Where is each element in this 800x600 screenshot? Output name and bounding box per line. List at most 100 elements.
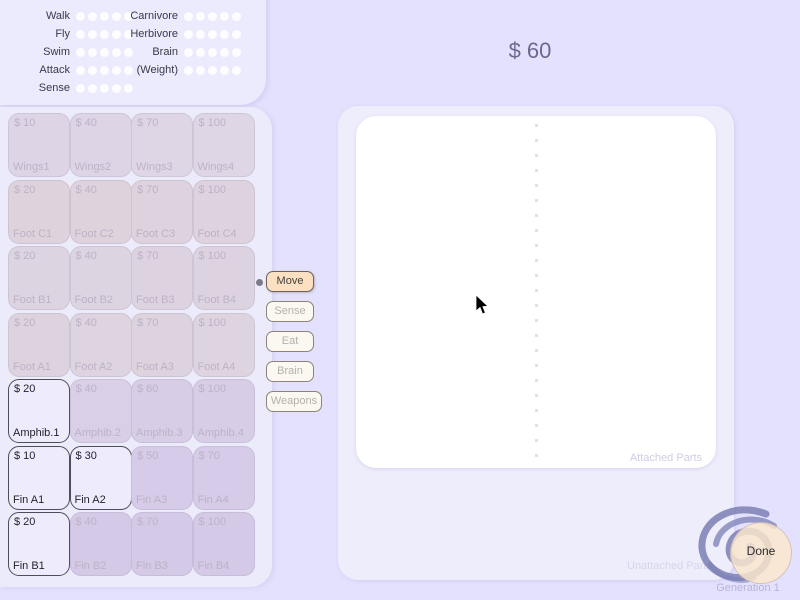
stat-dot bbox=[220, 47, 229, 57]
symmetry-axis-line bbox=[535, 124, 538, 462]
creature-stats-panel: Walk Fly Swim Attack Sense Carnivore Herbivor… bbox=[0, 0, 266, 105]
stat-dot-meter bbox=[184, 47, 241, 57]
stat-label: Herbivore bbox=[130, 28, 178, 40]
part-name: Fin A3 bbox=[136, 493, 168, 506]
stat-row-herbivore: Herbivore bbox=[112, 25, 241, 43]
part-name: Wings1 bbox=[13, 161, 50, 173]
part-price: $ 50 bbox=[137, 449, 159, 462]
stat-label: Fly bbox=[55, 28, 70, 40]
part-name: Foot C1 bbox=[13, 227, 53, 240]
stat-dot bbox=[100, 65, 109, 75]
part-price: $ 30 bbox=[75, 449, 97, 462]
part-name: Amphib.3 bbox=[136, 427, 183, 439]
category-button-move[interactable]: Move bbox=[256, 271, 314, 292]
part-tile[interactable]: $ 30 Fin A2 bbox=[69, 445, 132, 510]
part-tile: $ 20 Foot A1 bbox=[8, 312, 70, 377]
category-button-brain[interactable]: Brain bbox=[266, 361, 314, 382]
stat-dot bbox=[76, 47, 85, 57]
part-tile: $ 100 Amphib.4 bbox=[192, 379, 255, 443]
stat-dot bbox=[100, 29, 109, 39]
stat-dot bbox=[232, 29, 241, 39]
done-button[interactable]: Done bbox=[730, 522, 792, 584]
attached-parts-label: Attached Parts bbox=[629, 452, 702, 464]
part-tile: $ 40 Fin B2 bbox=[69, 512, 132, 576]
part-tile[interactable]: $ 20 Fin B1 bbox=[8, 512, 70, 576]
stat-dot-meter bbox=[184, 65, 241, 75]
stat-dot bbox=[112, 83, 121, 93]
stat-dot bbox=[208, 11, 217, 21]
stat-dot bbox=[232, 11, 241, 21]
part-tile: $ 70 Fin B3 bbox=[131, 512, 193, 576]
part-tile: $ 40 Foot A2 bbox=[69, 312, 132, 377]
part-price: $ 70 bbox=[137, 117, 159, 129]
stat-dot bbox=[184, 11, 193, 21]
part-name: Foot B2 bbox=[74, 294, 114, 306]
category-button-weapons[interactable]: Weapons bbox=[266, 391, 322, 412]
part-name: Foot A3 bbox=[136, 360, 174, 373]
part-name: Fin A4 bbox=[197, 493, 229, 506]
part-price: $ 70 bbox=[137, 516, 159, 528]
part-name: Foot C4 bbox=[197, 227, 237, 240]
stat-dot bbox=[196, 29, 205, 39]
part-tile[interactable]: $ 10 Fin A1 bbox=[8, 445, 70, 510]
category-button-eat[interactable]: Eat bbox=[266, 331, 314, 352]
category-button-column: Move Sense Eat Brain Weapons bbox=[256, 271, 322, 421]
part-name: Foot B1 bbox=[13, 294, 52, 306]
stat-label: Walk bbox=[45, 10, 70, 22]
part-name: Amphib.2 bbox=[74, 427, 121, 439]
stat-row-sense: Sense bbox=[8, 79, 133, 97]
stat-dot bbox=[76, 83, 85, 93]
part-price: $ 70 bbox=[137, 316, 159, 329]
stat-label: (Weight) bbox=[136, 64, 178, 76]
part-tile: $ 100 Foot A4 bbox=[192, 312, 255, 377]
stat-dot bbox=[100, 11, 109, 21]
part-tile: $ 10 Wings1 bbox=[8, 113, 70, 177]
mouse-pointer-icon bbox=[476, 295, 489, 315]
part-price: $ 40 bbox=[75, 516, 97, 528]
stat-dot bbox=[100, 83, 109, 93]
stat-dot bbox=[184, 47, 193, 57]
stat-dot bbox=[196, 65, 205, 75]
part-price: $ 20 bbox=[14, 316, 36, 329]
part-price: $ 100 bbox=[198, 316, 227, 329]
stat-dot bbox=[100, 47, 109, 57]
part-name: Fin A2 bbox=[74, 493, 106, 506]
stat-label: Sense bbox=[38, 82, 70, 94]
part-tile: $ 70 Wings3 bbox=[131, 113, 193, 177]
stat-dot bbox=[232, 47, 241, 57]
stat-dot bbox=[208, 47, 217, 57]
part-tile: $ 60 Amphib.3 bbox=[131, 379, 193, 443]
generation-label: Generation 1 bbox=[716, 582, 780, 594]
part-name: Foot A1 bbox=[13, 360, 51, 373]
category-button-sense[interactable]: Sense bbox=[266, 301, 314, 322]
part-name: Foot C2 bbox=[74, 227, 114, 240]
part-tile: $ 70 Foot A3 bbox=[131, 312, 193, 377]
attached-parts-canvas[interactable]: Attached Parts bbox=[356, 116, 716, 468]
part-tile: $ 50 Fin A3 bbox=[131, 445, 193, 510]
part-price: $ 100 bbox=[198, 250, 227, 262]
part-price: $ 40 bbox=[75, 117, 97, 129]
part-tile: $ 20 Foot C1 bbox=[8, 179, 70, 244]
part-price: $ 100 bbox=[198, 516, 227, 528]
part-tile: $ 40 Foot C2 bbox=[69, 179, 132, 244]
stat-row-weight: (Weight) bbox=[112, 61, 241, 79]
part-tile: $ 100 Foot C4 bbox=[192, 179, 255, 244]
part-price: $ 20 bbox=[14, 250, 36, 262]
stat-label: Swim bbox=[43, 46, 70, 58]
stat-dot bbox=[124, 83, 133, 93]
part-price: $ 100 bbox=[198, 383, 227, 395]
stat-dot bbox=[88, 29, 97, 39]
part-tile: $ 20 Foot B1 bbox=[8, 246, 70, 310]
part-name: Fin B1 bbox=[13, 560, 45, 572]
part-name: Wings3 bbox=[136, 161, 173, 173]
creature-editor-panel[interactable]: Attached Parts Unattached Parts bbox=[338, 106, 734, 580]
part-name: Fin B3 bbox=[136, 560, 168, 572]
part-tile: $ 40 Wings2 bbox=[69, 113, 132, 177]
part-tile: $ 70 Fin A4 bbox=[192, 445, 255, 510]
stat-dot bbox=[76, 29, 85, 39]
part-name: Foot A2 bbox=[74, 360, 113, 373]
part-tile[interactable]: $ 20 Amphib.1 bbox=[8, 379, 70, 443]
part-tile: $ 70 Foot C3 bbox=[131, 179, 193, 244]
part-tile: $ 40 Foot B2 bbox=[69, 246, 132, 310]
stat-dot-meter bbox=[184, 29, 241, 39]
